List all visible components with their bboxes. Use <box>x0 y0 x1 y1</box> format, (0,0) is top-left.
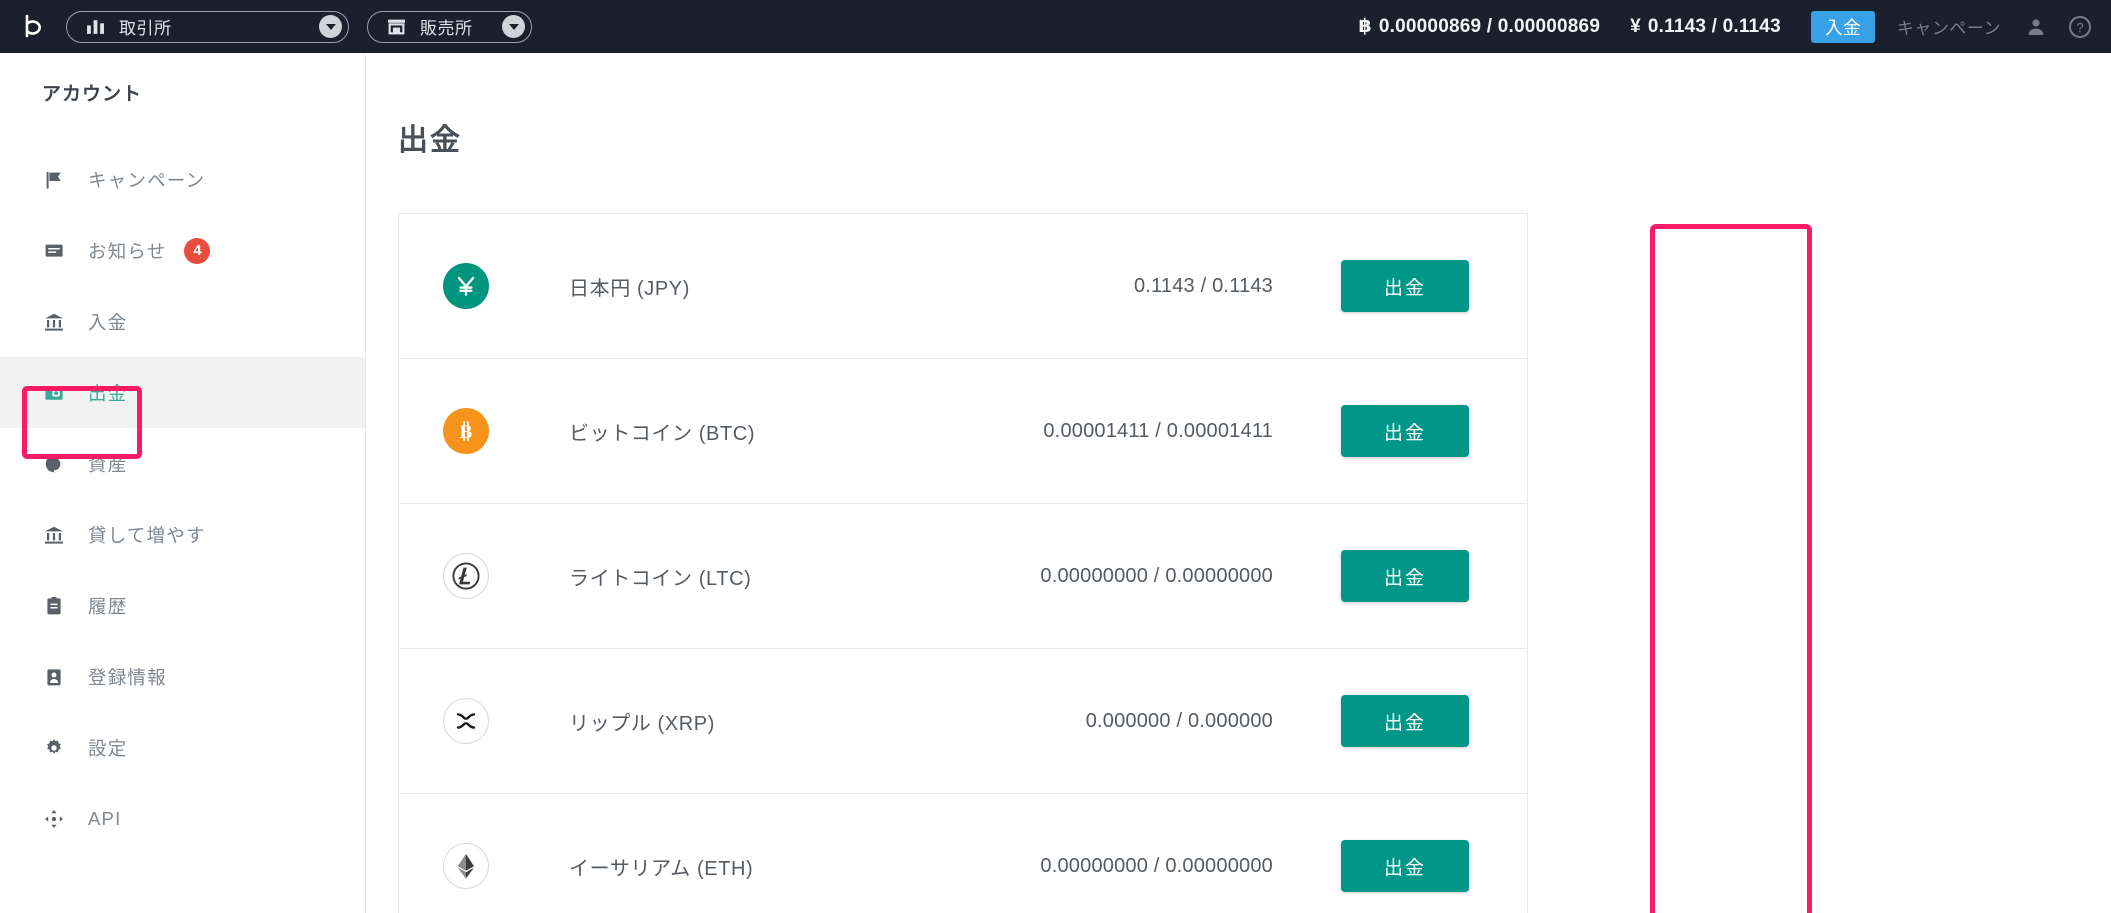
sidebar-item-label: 履歴 <box>88 595 128 617</box>
withdraw-button[interactable]: 出金 <box>1341 550 1469 602</box>
body-wrapper: アカウント キャンペーン お知らせ 4 入金 出金 資産 貸して増やす 履歴 登… <box>0 53 2111 913</box>
sidebar-item-label: 設定 <box>88 737 128 759</box>
clipboard-icon <box>42 594 66 618</box>
btc-balance-value: 0.00000869 / 0.00000869 <box>1378 16 1601 37</box>
campaign-link[interactable]: キャンペーン <box>1897 14 2001 39</box>
page-title: 出金 <box>398 124 462 157</box>
flag-icon <box>42 168 66 192</box>
table-row: 日本円 (JPY) 0.1143 / 0.1143 出金 <box>399 214 1527 359</box>
withdraw-cell: 出金 <box>1335 840 1475 892</box>
withdraw-button[interactable]: 出金 <box>1341 840 1469 892</box>
sidebar-item-settings[interactable]: 設定 <box>0 712 365 783</box>
chevron-down-icon[interactable] <box>319 15 342 38</box>
jpy-symbol: ¥ <box>1630 15 1641 37</box>
sidebar-item-label: 出金 <box>88 382 128 404</box>
asset-name: 日本円 (JPY) <box>569 277 690 300</box>
withdraw-button[interactable]: 出金 <box>1341 695 1469 747</box>
btc-coin-icon: B <box>443 408 489 454</box>
jpy-balance-display: ¥0.1143 / 0.1143 <box>1630 16 1781 38</box>
annotation-highlight-withdraw-buttons <box>1650 224 1812 913</box>
withdraw-cell: 出金 <box>1335 405 1475 457</box>
table-row: イーサリアム (ETH) 0.00000000 / 0.00000000 出金 <box>399 794 1527 913</box>
table-row: ライトコイン (LTC) 0.00000000 / 0.00000000 出金 <box>399 504 1527 649</box>
wallet-icon <box>42 381 66 405</box>
ltc-coin-icon <box>443 553 489 599</box>
asset-balance: 0.00000000 / 0.00000000 <box>1040 564 1273 587</box>
storefront-icon <box>386 17 406 37</box>
message-icon <box>42 239 66 263</box>
broker-selector[interactable]: 販売所 <box>367 10 532 43</box>
sidebar-item-label: 貸して増やす <box>88 524 206 546</box>
sidebar-item-withdraw[interactable]: 出金 <box>0 357 365 428</box>
asset-list-card: 日本円 (JPY) 0.1143 / 0.1143 出金 B ビットコイン (B… <box>398 213 1528 913</box>
gear-icon <box>42 736 66 760</box>
table-row: リップル (XRP) 0.000000 / 0.000000 出金 <box>399 649 1527 794</box>
exchange-selector[interactable]: 取引所 <box>66 10 349 43</box>
asset-balance: 0.00001411 / 0.00001411 <box>1043 419 1273 442</box>
withdraw-button[interactable]: 出金 <box>1341 260 1469 312</box>
withdraw-cell: 出金 <box>1335 550 1475 602</box>
asset-name: イーサリアム (ETH) <box>569 857 754 880</box>
notice-count-badge: 4 <box>184 237 211 264</box>
broker-selector-label: 販売所 <box>420 19 473 38</box>
top-bar: 取引所 販売所 ฿ 0.00000869 / 0.00000869 ¥ 0.11… <box>0 0 2111 53</box>
sidebar-item-notices[interactable]: お知らせ 4 <box>0 215 365 286</box>
withdraw-cell: 出金 <box>1335 695 1475 747</box>
asset-balance: 0.000000 / 0.000000 <box>1085 709 1273 732</box>
sidebar-item-deposit[interactable]: 入金 <box>0 286 365 357</box>
jpy-coin-icon <box>443 263 489 309</box>
app-root: 取引所 販売所 ฿ 0.00000869 / 0.00000869 ¥ 0.11… <box>0 0 2111 913</box>
sidebar-item-label: API <box>88 807 122 829</box>
asset-name: リップル (XRP) <box>569 712 715 735</box>
move-icon <box>42 807 66 831</box>
xrp-coin-icon <box>443 698 489 744</box>
svg-text:B: B <box>460 422 473 443</box>
eth-coin-icon <box>443 843 489 889</box>
sidebar-item-label: キャンペーン <box>88 169 206 191</box>
exchange-selector-label: 取引所 <box>119 19 172 38</box>
sidebar-item-label: 入金 <box>88 311 128 333</box>
id-card-icon <box>42 665 66 689</box>
sidebar-item-assets[interactable]: 資産 <box>0 428 365 499</box>
sidebar-item-label: 登録情報 <box>88 666 167 688</box>
sidebar-item-label: 資産 <box>88 453 128 475</box>
bank-icon <box>42 310 66 334</box>
svg-text:?: ? <box>2076 20 2083 35</box>
bank-icon <box>42 523 66 547</box>
bitbank-logo-icon[interactable] <box>14 6 56 48</box>
user-icon[interactable] <box>2023 14 2049 40</box>
deposit-button[interactable]: 入金 <box>1810 10 1875 43</box>
btc-symbol: ฿ <box>1358 16 1372 37</box>
bar-chart-icon <box>85 17 105 37</box>
asset-name: ビットコイン (BTC) <box>569 422 756 445</box>
asset-balance: 0.1143 / 0.1143 <box>1133 274 1273 297</box>
sidebar-item-label: お知らせ <box>88 240 167 262</box>
btc-balance-display: ฿ 0.00000869 / 0.00000869 <box>1358 15 1600 38</box>
pie-chart-icon <box>42 452 66 476</box>
sidebar-item-history[interactable]: 履歴 <box>0 570 365 641</box>
jpy-balance-value: 0.1143 / 0.1143 <box>1647 15 1781 37</box>
chevron-down-icon[interactable] <box>502 15 525 38</box>
sidebar: アカウント キャンペーン お知らせ 4 入金 出金 資産 貸して増やす 履歴 登… <box>0 53 366 913</box>
asset-balance: 0.00000000 / 0.00000000 <box>1040 854 1273 877</box>
table-row: B ビットコイン (BTC) 0.00001411 / 0.00001411 出… <box>399 359 1527 504</box>
sidebar-item-api[interactable]: API <box>0 783 365 854</box>
sidebar-title: アカウント <box>42 84 143 105</box>
sidebar-item-registration-info[interactable]: 登録情報 <box>0 641 365 712</box>
main-content: 出金 日本円 (JPY) 0.1143 / 0.1143 出金 B ビットコイン… <box>366 53 2111 913</box>
sidebar-item-lending[interactable]: 貸して増やす <box>0 499 365 570</box>
sidebar-item-campaign[interactable]: キャンペーン <box>0 144 365 215</box>
help-circle-icon[interactable]: ? <box>2067 14 2093 40</box>
asset-name: ライトコイン (LTC) <box>569 567 752 590</box>
withdraw-button[interactable]: 出金 <box>1341 405 1469 457</box>
withdraw-cell: 出金 <box>1335 260 1475 312</box>
